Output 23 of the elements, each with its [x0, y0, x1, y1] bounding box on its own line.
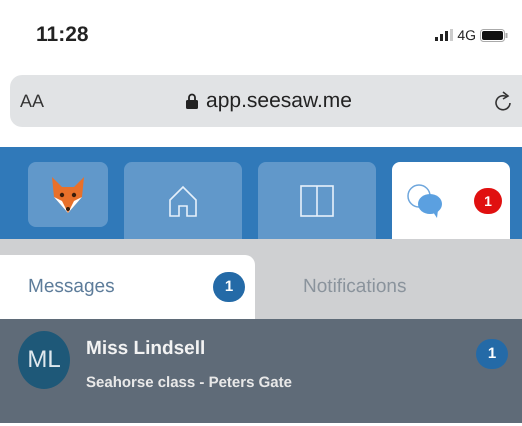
initials-avatar: ML — [18, 331, 70, 389]
chat-bubbles-icon — [406, 184, 444, 218]
text-size-button[interactable]: AA — [20, 88, 44, 114]
class-name: Seahorse class - Peters Gate — [86, 372, 293, 392]
status-time: 11:28 — [36, 22, 89, 48]
conversation-row[interactable]: ML Miss Lindsell Seahorse class - Peters Gate 1 — [0, 319, 522, 423]
book-icon — [299, 182, 335, 218]
count-badge: 1 — [213, 272, 245, 302]
lock-icon — [186, 93, 198, 109]
home-tab[interactable] — [124, 162, 242, 239]
network-label: 4G — [457, 26, 476, 44]
sender-name: Miss Lindsell — [86, 337, 206, 361]
notification-badge: 1 — [474, 188, 502, 214]
url-text[interactable]: app.seesaw.me — [206, 85, 352, 117]
messages-tab[interactable]: 1 — [392, 162, 510, 239]
signal-icon — [435, 29, 454, 41]
journal-tab[interactable] — [258, 162, 376, 239]
battery-icon — [480, 28, 508, 42]
home-icon — [168, 184, 198, 218]
unread-badge: 1 — [476, 339, 508, 369]
reload-icon[interactable] — [494, 90, 512, 112]
avatar-tab[interactable] — [28, 162, 108, 227]
sub-tab[interactable]: Messages 1 — [0, 255, 255, 319]
